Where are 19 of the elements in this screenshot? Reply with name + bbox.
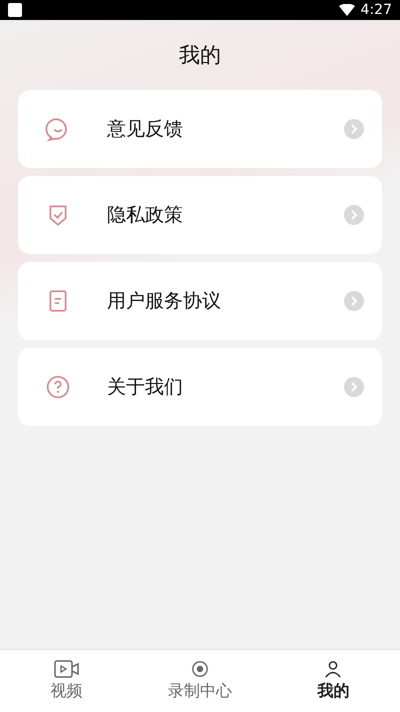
chevron-right-icon — [344, 119, 364, 139]
tab[interactable]: 录制中心 — [133, 650, 267, 712]
tab[interactable]: 视频 — [0, 650, 134, 712]
menu-item[interactable]: 隐私政策 — [18, 176, 382, 254]
menu-item[interactable]: 意见反馈 — [18, 90, 382, 168]
video-camera-icon — [54, 660, 80, 678]
person-icon — [323, 660, 344, 678]
notification-icon — [8, 3, 22, 17]
menu-item[interactable]: 用户服务协议 — [18, 262, 382, 340]
menu-item[interactable]: 关于我们 — [18, 348, 382, 426]
help-icon — [45, 374, 71, 400]
status-time: 4:27 — [360, 2, 392, 18]
chevron-right-icon — [344, 205, 364, 225]
wifi-icon — [338, 4, 355, 16]
record-icon — [190, 660, 210, 678]
chevron-right-icon — [344, 291, 364, 311]
tab[interactable]: 我的 — [266, 650, 400, 712]
page-title: 我的 — [178, 42, 222, 69]
chevron-right-icon — [344, 377, 364, 397]
